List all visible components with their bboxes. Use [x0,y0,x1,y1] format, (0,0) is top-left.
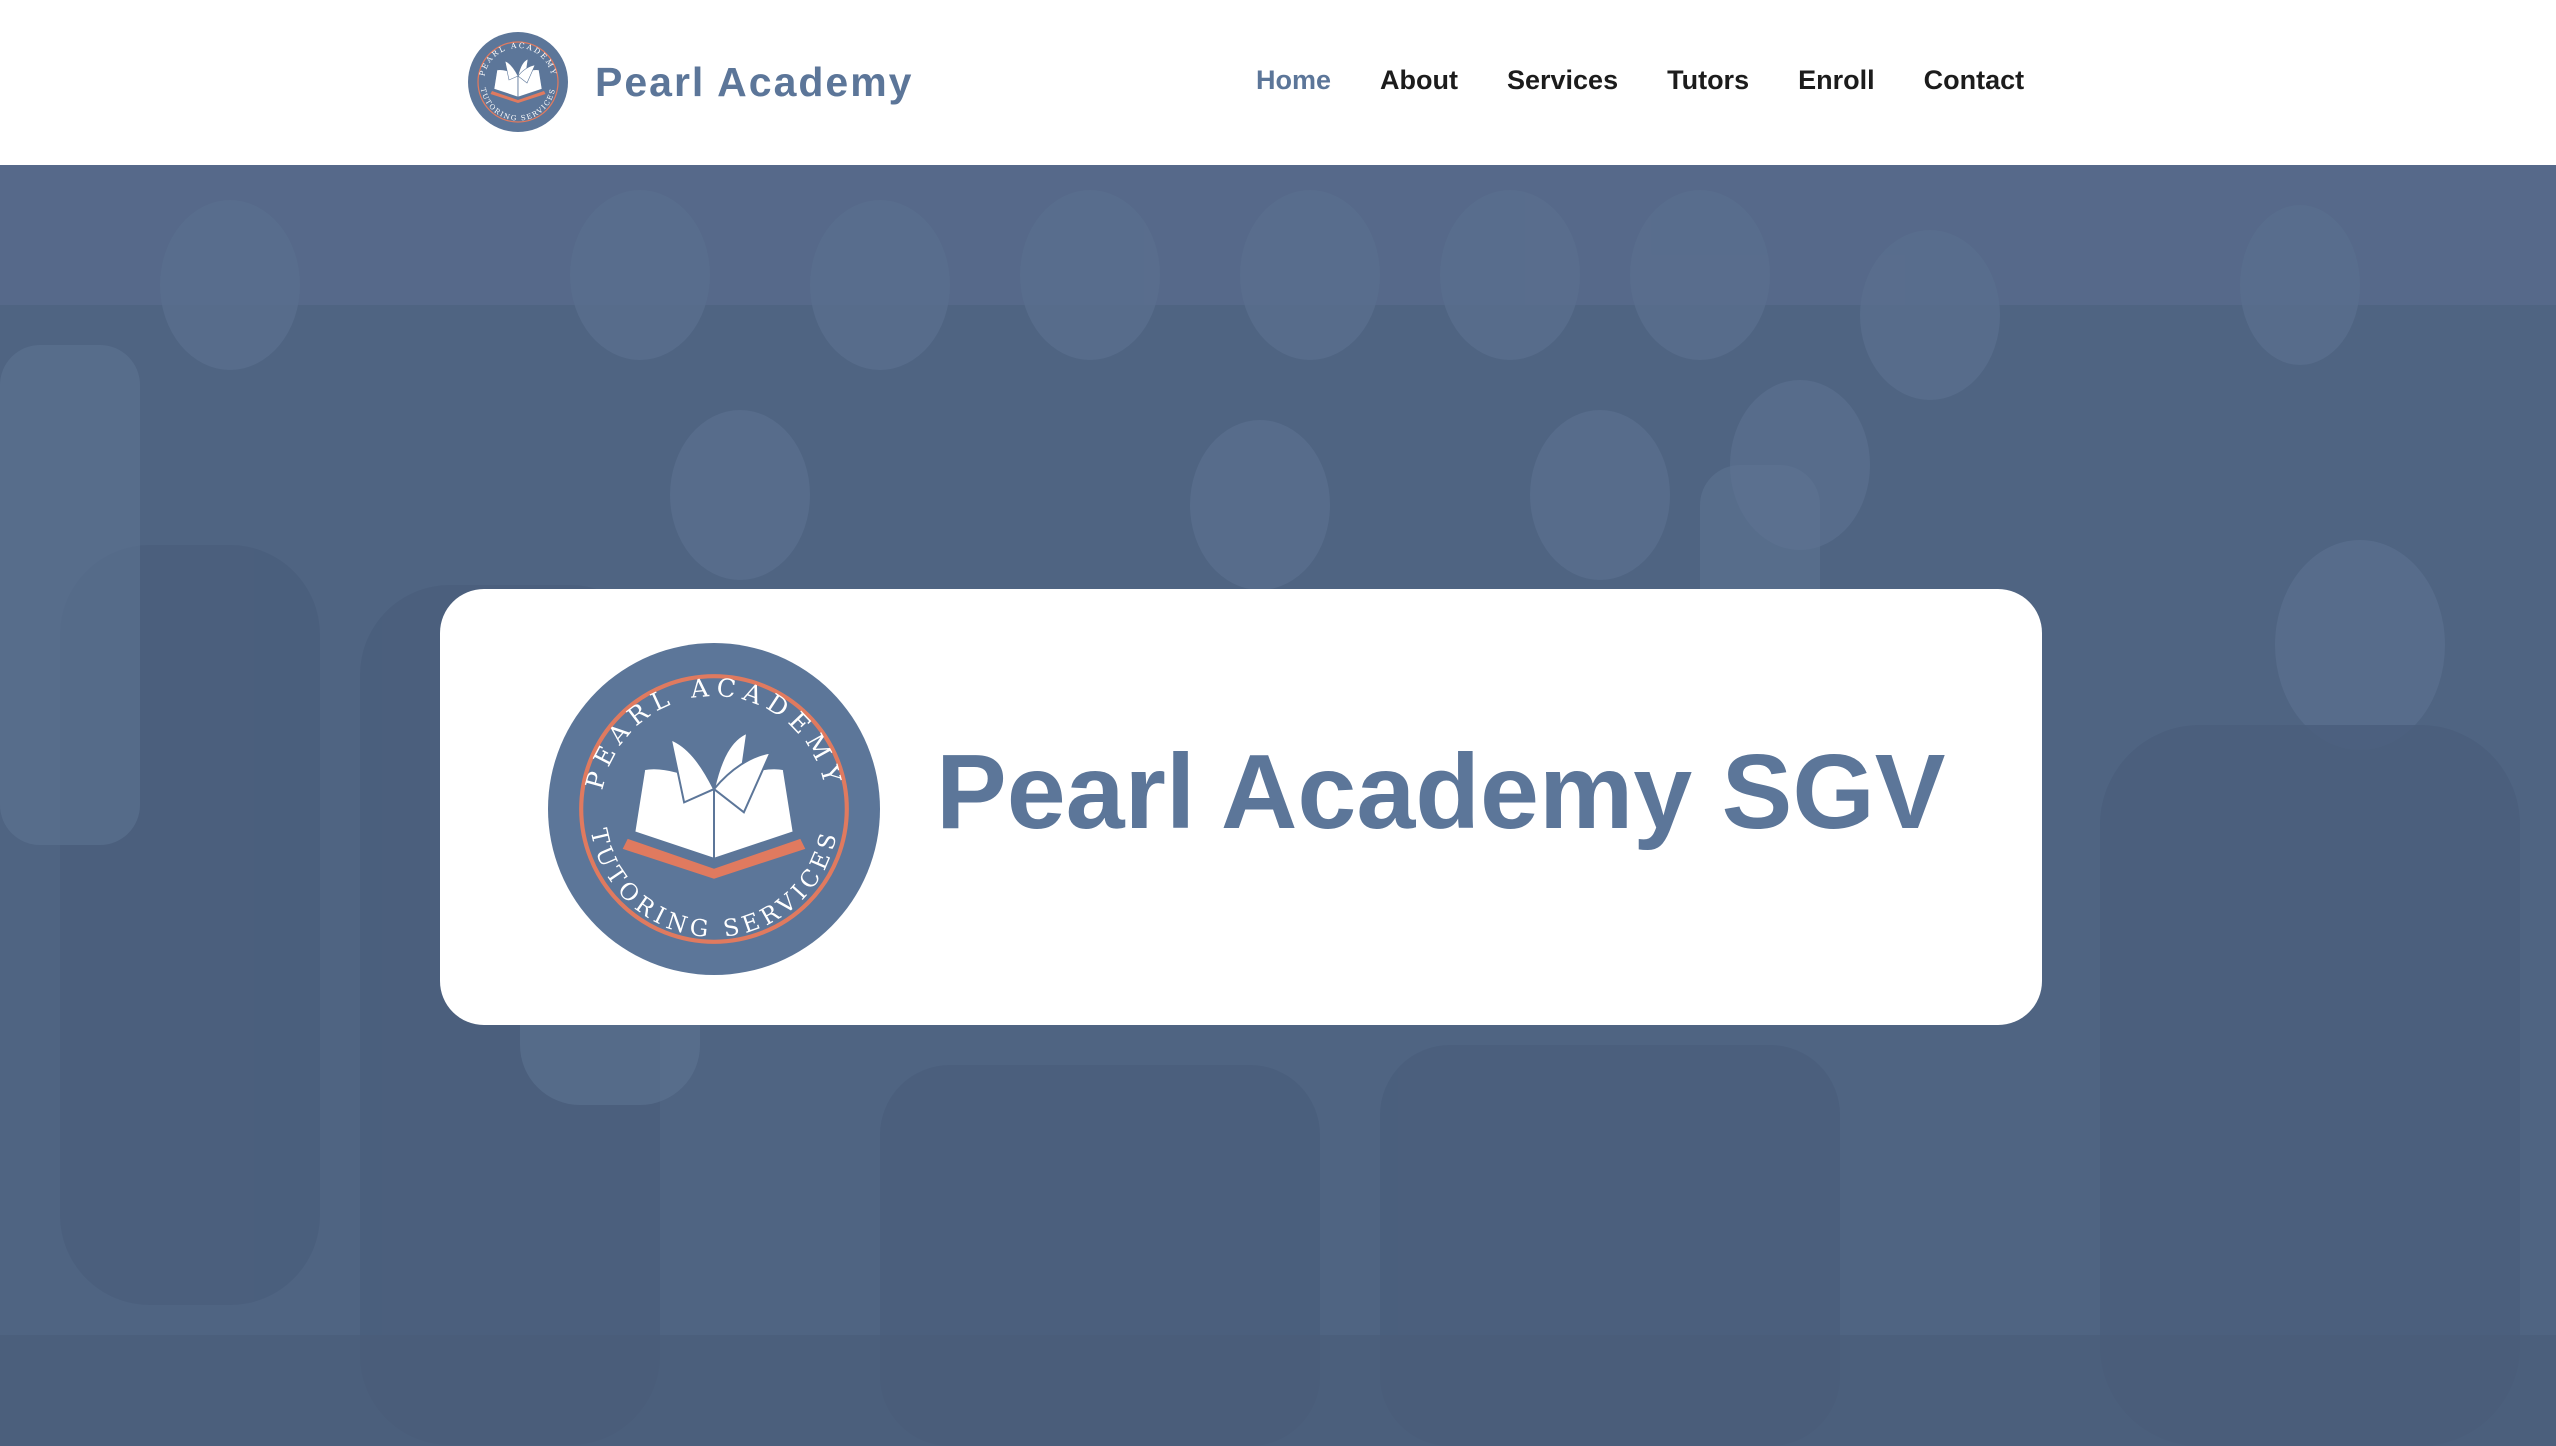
brand-name: Pearl Academy [595,58,914,105]
nav-home[interactable]: Home [1256,65,1331,96]
main-nav: Home About Services Tutors Enroll Contac… [1256,56,2024,104]
hero-card: Pearl Academy SGV [440,589,2042,1025]
nav-tutors[interactable]: Tutors [1667,65,1749,96]
pearl-academy-logo-icon [468,32,568,132]
hero-title: Pearl Academy SGV [936,733,1946,851]
nav-enroll[interactable]: Enroll [1798,65,1875,96]
nav-services[interactable]: Services [1507,65,1618,96]
nav-about[interactable]: About [1380,65,1458,96]
brand-link[interactable]: Pearl Academy [468,32,914,132]
pearl-academy-seal-icon [548,643,880,975]
nav-contact[interactable]: Contact [1924,65,2025,96]
site-header: Pearl Academy Home About Services Tutors… [0,0,2556,165]
hero-section: Pearl Academy SGV [0,165,2556,1446]
